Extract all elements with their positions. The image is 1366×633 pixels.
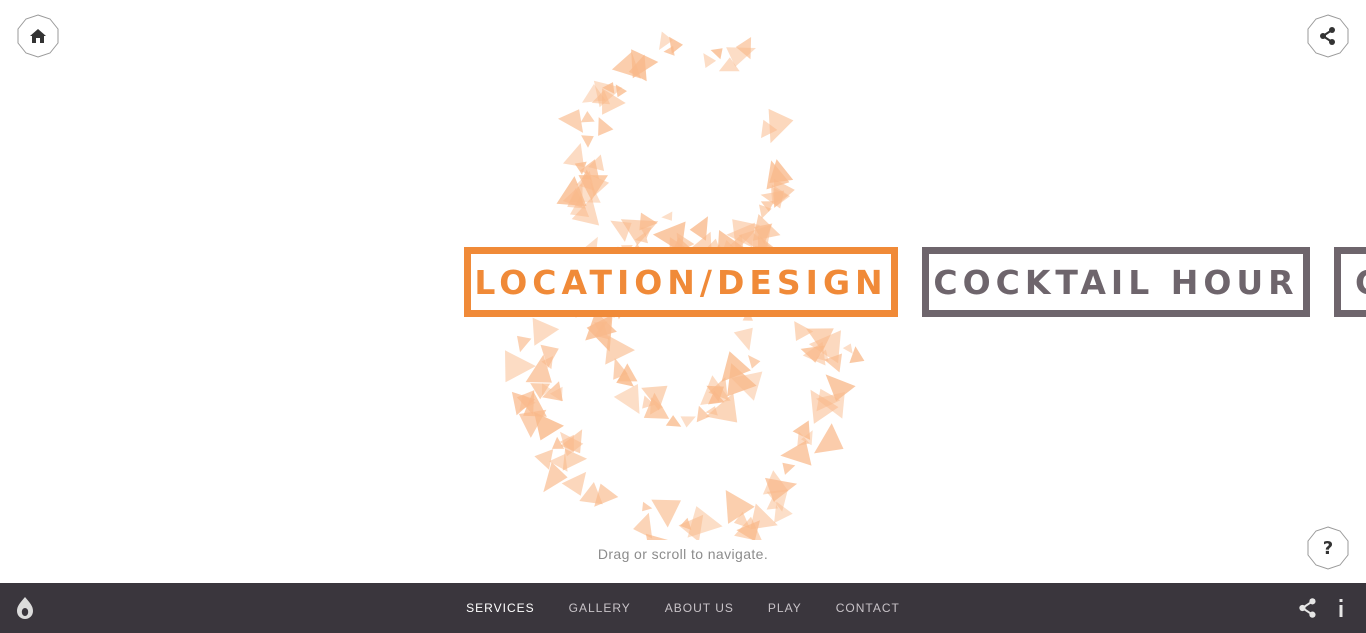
particle-triangle [663, 45, 675, 56]
nav-services[interactable]: SERVICES [449, 601, 551, 615]
particle-triangle [580, 111, 595, 123]
particle-triangle [842, 343, 853, 354]
nav-gallery[interactable]: GALLERY [552, 601, 648, 615]
card-next-partial[interactable]: C [1334, 247, 1366, 317]
main-nav: SERVICES GALLERY ABOUT US PLAY CONTACT [0, 583, 1366, 633]
particle-triangle [598, 117, 614, 136]
particle-triangle [615, 84, 627, 98]
particle-triangle [605, 335, 635, 365]
particle-triangle [563, 143, 584, 167]
card-location-design[interactable]: LOCATION/DESIGN [464, 247, 898, 317]
particle-triangle [613, 384, 640, 414]
share-icon [1319, 27, 1337, 45]
particle-triangle [710, 48, 723, 60]
card-label: LOCATION/DESIGN [474, 262, 888, 302]
particle-triangle [633, 512, 653, 539]
particle-triangle [558, 109, 584, 133]
share-icon[interactable] [1298, 598, 1318, 618]
card-cocktail-hour[interactable]: COCKTAIL HOUR [922, 247, 1310, 317]
particle-triangle [733, 327, 753, 351]
particle-triangle [768, 108, 794, 144]
particle-triangle [665, 415, 682, 427]
share-button[interactable] [1306, 14, 1350, 58]
particle-triangle [594, 483, 619, 507]
particle-triangle [748, 355, 761, 369]
help-button[interactable]: ? [1306, 526, 1350, 570]
home-button[interactable] [16, 14, 60, 58]
particle-triangle [780, 440, 812, 466]
info-icon[interactable] [1333, 598, 1349, 618]
particle-triangle [782, 462, 796, 475]
particle-triangle [760, 190, 785, 209]
nav-play[interactable]: PLAY [751, 601, 819, 615]
card-label: COCKTAIL HOUR [933, 262, 1299, 302]
particle-triangle [703, 53, 717, 68]
particle-triangle [534, 412, 564, 441]
nav-about-us[interactable]: ABOUT US [648, 601, 751, 615]
home-icon [29, 28, 47, 44]
footer-bar: SERVICES GALLERY ABOUT US PLAY CONTACT [0, 583, 1366, 633]
card-label: C [1355, 263, 1366, 302]
particle-triangle [696, 405, 710, 423]
help-label: ? [1322, 537, 1334, 559]
particle-triangle [532, 317, 560, 346]
particle-triangle [794, 321, 814, 341]
nav-contact[interactable]: CONTACT [819, 601, 917, 615]
particle-triangle [642, 501, 653, 512]
particle-triangle [687, 506, 723, 538]
particle-triangle [581, 135, 594, 148]
navigation-hint: Drag or scroll to navigate. [597, 546, 769, 562]
particle-triangle [651, 499, 681, 528]
particle-triangle [814, 423, 844, 454]
particle-triangle [661, 211, 673, 221]
particle-triangle [517, 335, 532, 353]
particle-triangle [680, 416, 696, 428]
